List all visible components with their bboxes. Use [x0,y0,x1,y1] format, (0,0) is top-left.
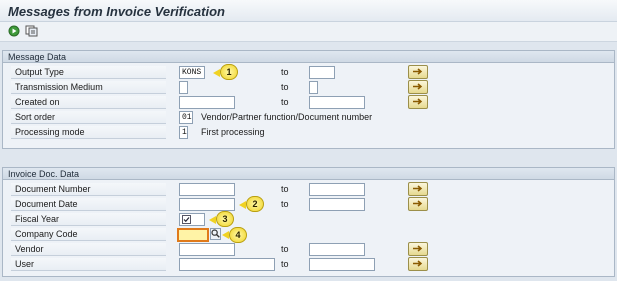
created-on-to-label: to [281,97,289,107]
sort-order-row: Sort order 01 Vendor/Partner function/Do… [11,111,610,125]
user-to-label: to [281,259,289,269]
multiple-selection-icon [412,82,424,93]
processing-mode-label: Processing mode [11,126,166,139]
callout-1-arrow [213,69,220,77]
message-data-header: Message Data [3,51,614,63]
multiple-selection-icon [412,97,424,108]
company-code-label: Company Code [11,228,166,241]
output-type-to-label: to [281,67,289,77]
output-type-multiple-selection-button[interactable] [408,65,428,79]
user-label: User [11,258,166,271]
sort-order-label: Sort order [11,111,166,124]
document-number-row: Document Number to [11,182,610,197]
multiple-selection-icon [412,199,424,210]
vendor-to-input[interactable] [309,243,365,256]
fiscal-year-row: Fiscal Year 3 [11,211,610,227]
processing-mode-input[interactable]: 1 [179,126,188,139]
created-on-multiple-selection-button[interactable] [408,95,428,109]
transmission-medium-to-input[interactable] [309,81,318,94]
title-bar: Messages from Invoice Verification [0,0,617,22]
user-to-input[interactable] [309,258,375,271]
multiple-selection-icon [412,244,424,255]
created-on-row: Created on to [11,95,610,110]
transmission-medium-row: Transmission Medium to [11,80,610,95]
callout-4-arrow [222,231,229,239]
transmission-medium-to-label: to [281,82,289,92]
message-data-group: Message Data Output Type KONS to 1 Trans… [2,50,615,149]
document-date-from-input[interactable] [179,198,235,211]
callout-badge-3: 3 [216,211,234,227]
fiscal-year-label: Fiscal Year [11,213,166,226]
search-icon [211,228,220,240]
document-date-to-label: to [281,199,289,209]
company-code-row: Company Code 4 [11,227,610,243]
user-row: User to [11,257,610,272]
transmission-medium-multiple-selection-button[interactable] [408,80,428,94]
multiple-selection-icon [412,67,424,78]
created-on-label: Created on [11,96,166,109]
fiscal-year-input[interactable] [179,213,205,226]
callout-badge-4: 4 [229,227,247,243]
user-multiple-selection-button[interactable] [408,257,428,271]
company-code-search-help-button[interactable] [210,228,221,240]
processing-mode-row: Processing mode 1 First processing [11,126,610,140]
output-type-label: Output Type [11,66,166,79]
callout-2-arrow [239,201,246,209]
vendor-label: Vendor [11,243,166,256]
transmission-medium-label: Transmission Medium [11,81,166,94]
document-number-to-label: to [281,184,289,194]
document-number-to-input[interactable] [309,183,365,196]
multiple-selection-icon [412,184,424,195]
company-code-input[interactable] [177,228,209,242]
sort-order-description: Vendor/Partner function/Document number [201,112,373,122]
get-variant-icon [25,25,38,39]
application-toolbar [0,22,617,42]
document-number-label: Document Number [11,183,166,196]
callout-badge-2: 2 [246,196,264,212]
created-on-to-input[interactable] [309,96,365,109]
document-number-multiple-selection-button[interactable] [408,182,428,196]
document-date-multiple-selection-button[interactable] [408,197,428,211]
get-variant-button[interactable] [24,25,38,39]
document-date-row: Document Date to 2 [11,196,610,212]
user-from-input[interactable] [179,258,275,271]
output-type-from-input[interactable]: KONS [179,66,205,79]
callout-3-arrow [209,216,216,224]
vendor-row: Vendor to [11,242,610,257]
vendor-to-label: to [281,244,289,254]
vendor-multiple-selection-button[interactable] [408,242,428,256]
output-type-row: Output Type KONS to 1 [11,64,610,80]
execute-button[interactable] [7,25,21,39]
invoice-doc-data-group: Invoice Doc. Data Document Number to Doc… [2,167,615,277]
sort-order-input[interactable]: 01 [179,111,193,124]
callout-badge-1: 1 [220,64,238,80]
multiple-selection-icon [412,259,424,270]
processing-mode-description: First processing [201,127,265,137]
page-title: Messages from Invoice Verification [8,4,225,19]
transmission-medium-from-input[interactable] [179,81,188,94]
checkbox-icon [182,215,191,228]
vendor-from-input[interactable] [179,243,235,256]
document-number-from-input[interactable] [179,183,235,196]
output-type-to-input[interactable] [309,66,335,79]
document-date-to-input[interactable] [309,198,365,211]
execute-icon [8,25,20,39]
created-on-from-input[interactable] [179,96,235,109]
invoice-doc-data-header: Invoice Doc. Data [3,168,614,180]
document-date-label: Document Date [11,198,166,211]
